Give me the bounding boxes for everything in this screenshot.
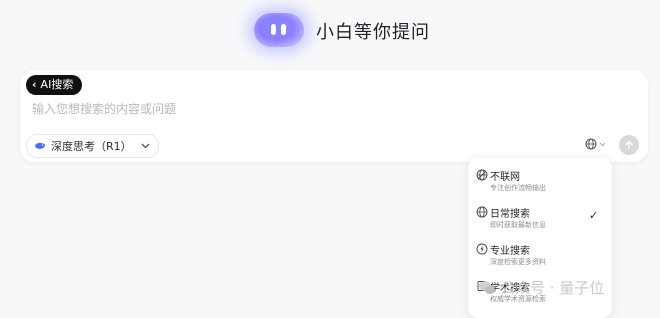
no-network-icon xyxy=(476,169,488,181)
deepseek-whale-icon xyxy=(35,142,46,149)
page-title: 小白等你提问 xyxy=(316,22,430,43)
wechat-icon xyxy=(479,280,495,294)
ai-search-mode-tag[interactable]: ‹ AI搜索 xyxy=(26,75,83,95)
chevron-left-icon: ‹ xyxy=(32,78,37,91)
search-input[interactable]: 输入您想搜索的内容或问题 xyxy=(32,100,176,117)
mascot-right-eye xyxy=(281,24,286,35)
lightning-icon xyxy=(476,243,488,255)
search-mode-toggle[interactable] xyxy=(585,138,606,150)
chevron-down-icon xyxy=(599,142,606,146)
menu-item-daily-search[interactable]: 日常搜索 即时获取最新信息 ✓ xyxy=(468,203,612,237)
menu-item-no-network[interactable]: 不联网 专注创作流畅输出 xyxy=(468,166,612,200)
mascot-left-eye xyxy=(271,24,276,35)
mascot-logo xyxy=(254,13,304,47)
menu-item-label: 不联网 xyxy=(490,172,520,183)
header: 小白等你提问 xyxy=(0,10,660,50)
globe-icon xyxy=(476,206,488,218)
menu-item-label: 专业搜索 xyxy=(490,246,530,257)
deep-think-label: 深度思考（R1） xyxy=(51,140,132,153)
check-icon: ✓ xyxy=(589,209,599,222)
arrow-up-icon xyxy=(625,140,633,150)
globe-icon xyxy=(585,138,597,150)
search-input-card: ‹ AI搜索 输入您想搜索的内容或问题 深度思考（R1） xyxy=(20,70,648,162)
ai-search-mode-label: AI搜索 xyxy=(40,78,74,91)
chevron-down-icon xyxy=(141,143,150,149)
menu-item-label: 日常搜索 xyxy=(490,209,530,220)
deep-think-button[interactable]: 深度思考（R1） xyxy=(26,134,159,158)
menu-item-pro-search[interactable]: 专业搜索 深度检索更多资料 xyxy=(468,240,612,274)
watermark-text: 公众号 · 量子位 xyxy=(500,279,605,297)
menu-item-description: 深度检索更多资料 xyxy=(490,258,546,266)
watermark: 公众号 · 量子位 xyxy=(478,277,604,298)
send-button[interactable] xyxy=(619,135,639,155)
menu-item-description: 即时获取最新信息 xyxy=(490,221,546,229)
menu-item-description: 专注创作流畅输出 xyxy=(490,184,546,192)
